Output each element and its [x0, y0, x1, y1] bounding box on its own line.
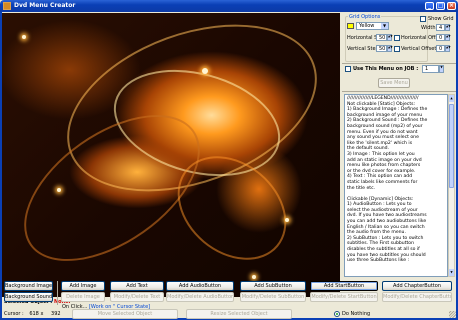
add-start-button[interactable]: Add StartButton: [310, 281, 378, 291]
divider: [342, 63, 456, 64]
scroll-up-icon[interactable]: ▲: [449, 95, 454, 102]
vertical-step-input[interactable]: 50: [376, 45, 387, 52]
vertical-offset-spinner[interactable]: ▲▼: [445, 45, 451, 52]
legend-scrollbar[interactable]: ▲ ▼: [448, 94, 455, 277]
light-spark: [57, 188, 61, 192]
add-image-button[interactable]: Add Image: [61, 281, 105, 291]
resize-grip[interactable]: [449, 311, 456, 318]
use-menu-label: Use This Menu on JOB :: [353, 66, 419, 72]
modify-delete-chapter-button[interactable]: Modify/Delete ChapterButton: [382, 292, 452, 302]
add-chapter-button[interactable]: Add ChapterButton: [382, 281, 452, 291]
add-sub-button[interactable]: Add SubButton: [240, 281, 306, 291]
legend-lines: ////////////////LEGEND//////////////////…: [347, 96, 445, 264]
divider: [342, 91, 456, 92]
light-spark: [285, 218, 289, 222]
cursor-info: Cursor : 618 x 392: [4, 311, 61, 317]
cursor-separator: x: [40, 311, 44, 317]
grid-color-swatch: [347, 23, 354, 29]
close-button[interactable]: ×: [447, 2, 456, 10]
add-text-button[interactable]: Add Text: [110, 281, 164, 291]
vertical-offset-checkbox[interactable]: [394, 46, 400, 52]
cursor-label: Cursor :: [4, 311, 24, 317]
divider: [57, 281, 58, 305]
minimize-button[interactable]: _: [425, 2, 434, 10]
modify-delete-text-button[interactable]: Modify/Delete Text: [110, 292, 164, 302]
window-title: Dvd Menu Creator: [14, 2, 76, 9]
background-sound-button[interactable]: Background Sound: [4, 292, 53, 302]
job-select[interactable]: 1: [422, 65, 439, 73]
chevron-down-icon[interactable]: ▼: [381, 23, 388, 29]
width-input[interactable]: 4: [436, 24, 445, 31]
menu-preview-canvas[interactable]: [2, 13, 340, 297]
cursor-y: 392: [51, 311, 61, 317]
use-menu-checkbox[interactable]: [345, 66, 351, 72]
scroll-thumb[interactable]: [449, 104, 454, 188]
horizontal-step-spinner[interactable]: ▲▼: [387, 34, 393, 41]
grid-color-select[interactable]: Yellow ▼: [356, 22, 389, 30]
width-spinner[interactable]: ▲▼: [445, 24, 451, 31]
scroll-down-icon[interactable]: ▼: [449, 269, 454, 276]
width-label: Width: [421, 25, 436, 31]
grid-color-value: Yellow: [359, 23, 375, 29]
vertical-offset-label: Vertical Offset: [401, 46, 437, 52]
horizontal-offset-input[interactable]: 0: [436, 34, 445, 41]
legend-line: use three SubButtons like :: [347, 258, 410, 264]
show-grid-label: Show Grid: [428, 16, 454, 22]
vertical-step-spinner[interactable]: ▲▼: [387, 45, 393, 52]
horizontal-offset-spinner[interactable]: ▲▼: [445, 34, 451, 41]
do-nothing-label: Do Nothing: [342, 311, 371, 317]
modify-delete-audio-button[interactable]: Modify/Delete AudioButton: [166, 292, 234, 302]
do-nothing-radio[interactable]: [334, 311, 340, 317]
background-image-button[interactable]: Background Image: [4, 281, 53, 291]
light-spark: [202, 68, 208, 74]
vertical-offset-input[interactable]: 0: [436, 45, 445, 52]
resize-selected-button[interactable]: Resize Selected Object: [186, 309, 292, 319]
grid-options-title: Grid Options: [348, 14, 382, 20]
save-menu-button[interactable]: Save Menu: [378, 78, 410, 88]
job-select-value: 1: [425, 66, 429, 72]
job-select-chevron-icon[interactable]: ▼: [439, 65, 444, 73]
vertical-step-label: Vertical Step: [347, 46, 379, 52]
modify-delete-sub-button[interactable]: Modify/Delete SubButton: [240, 292, 306, 302]
delete-image-button[interactable]: Delete Image: [61, 292, 105, 302]
light-spark: [22, 35, 26, 39]
horizontal-step-input[interactable]: 50: [376, 34, 387, 41]
app-icon: [3, 2, 11, 10]
add-audio-button[interactable]: Add AudioButton: [166, 281, 234, 291]
move-selected-button[interactable]: Move Selected Object: [72, 309, 178, 319]
horizontal-offset-checkbox[interactable]: [394, 35, 400, 41]
modify-delete-start-button[interactable]: Modify/Delete StartButton: [310, 292, 378, 302]
title-bar[interactable]: Dvd Menu Creator _ □ ×: [0, 0, 458, 12]
maximize-button[interactable]: □: [436, 2, 445, 10]
legend-textarea[interactable]: ////////////////LEGEND//////////////////…: [344, 94, 448, 277]
light-spark: [252, 275, 256, 279]
cursor-x: 618: [29, 311, 39, 317]
show-grid-checkbox[interactable]: [420, 16, 426, 22]
